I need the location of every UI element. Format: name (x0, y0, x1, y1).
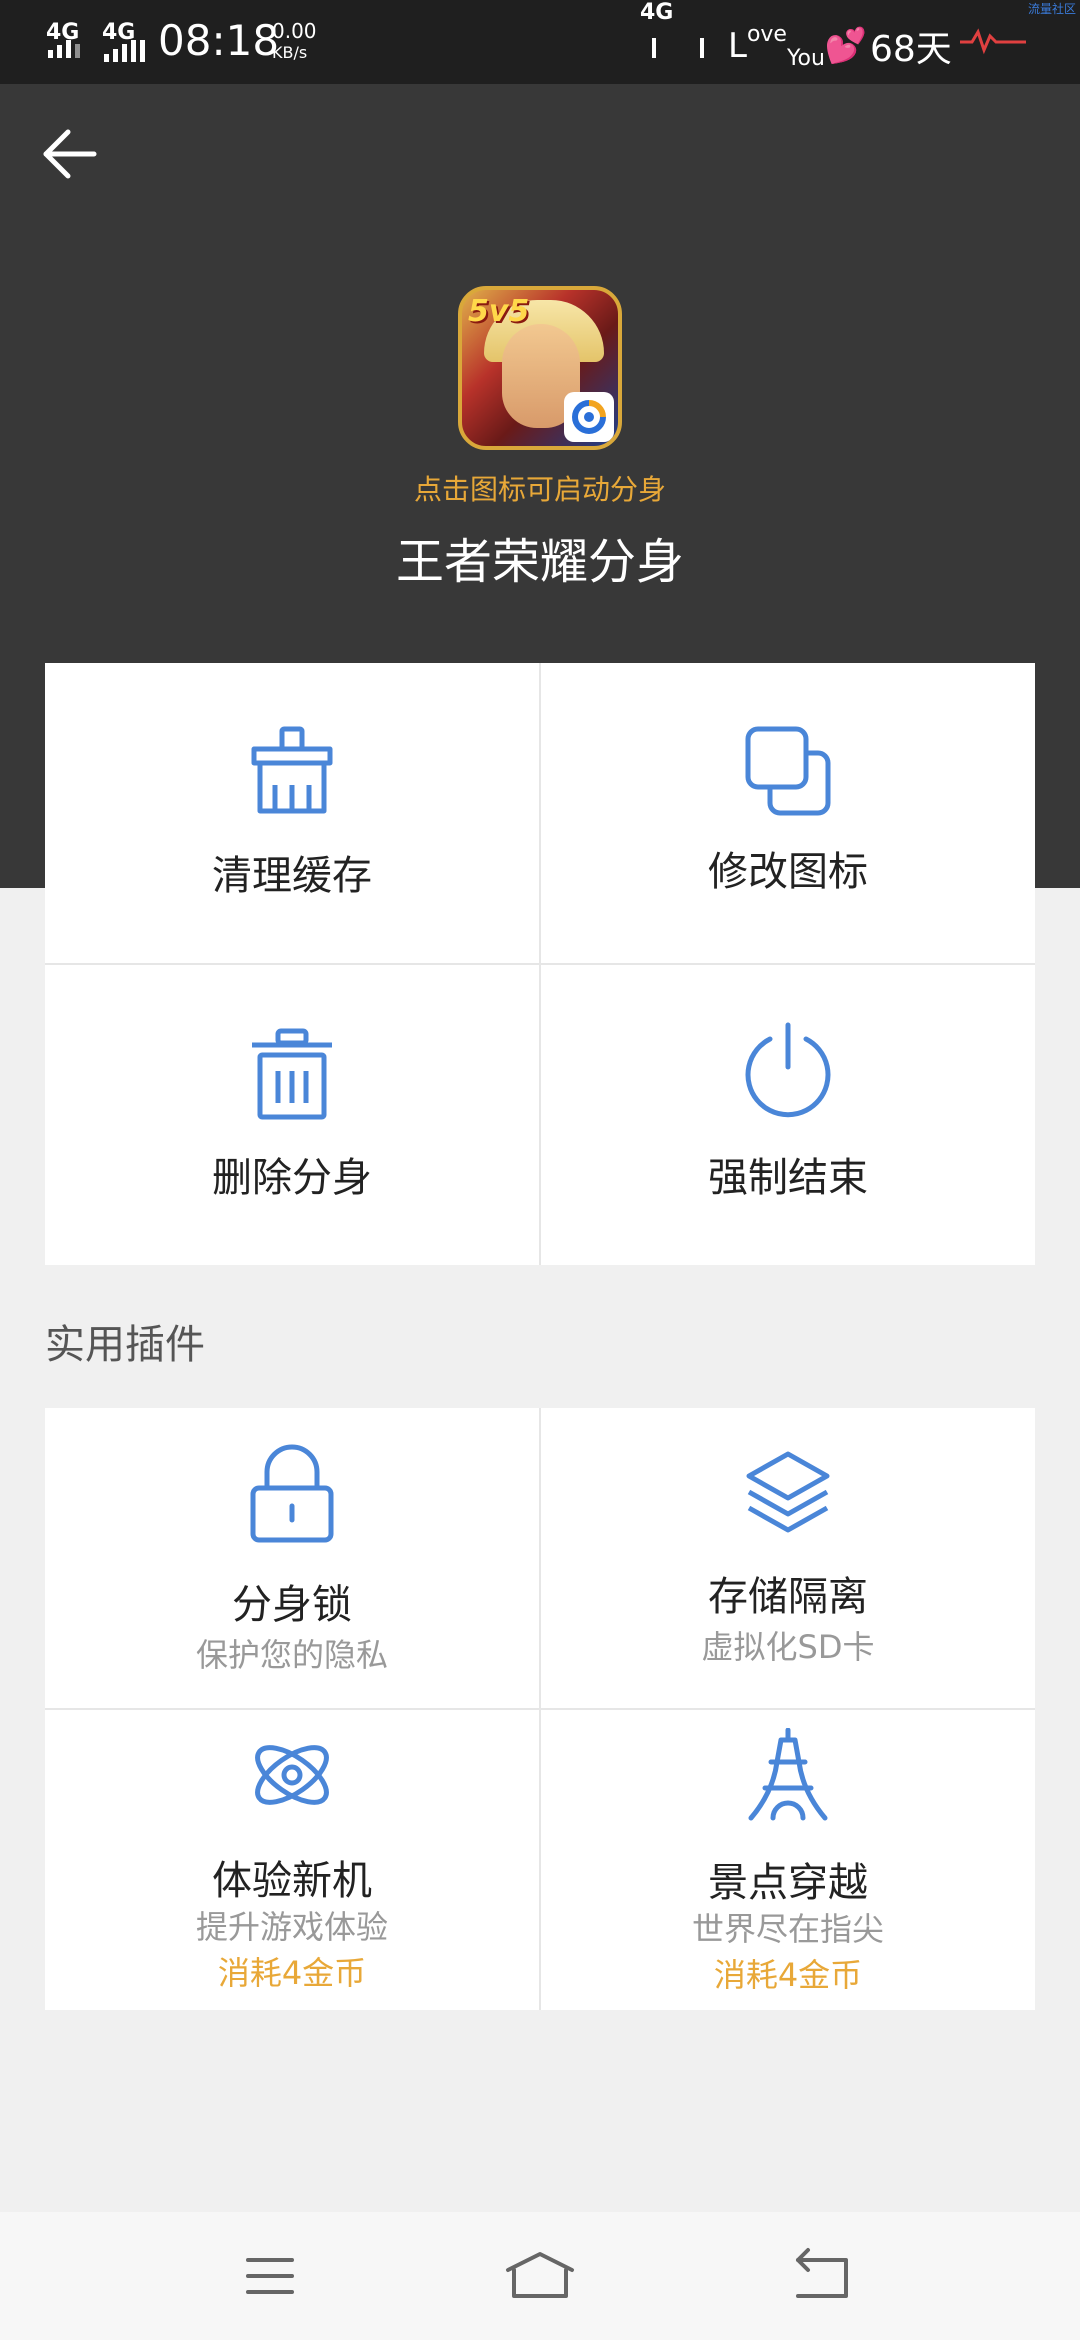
love-text: LoveYou💕 (728, 22, 868, 71)
app-icon-king-of-glory[interactable]: 5v5 (458, 286, 622, 450)
heart-icon: 💕 (824, 26, 868, 66)
plugin-cost: 消耗4金币 (217, 1954, 367, 1992)
eiffel-tower-icon (748, 1728, 828, 1821)
home-icon[interactable] (500, 2246, 580, 2306)
plugin-scenic-travel[interactable]: 景点穿越 世界尽在指尖 消耗4金币 (541, 1710, 1035, 2010)
change-icon-button[interactable]: 修改图标 (541, 663, 1035, 963)
lock-icon (250, 1444, 334, 1543)
net-speed: 0.00 KB/s (272, 20, 317, 64)
status-bar: 4G 4G 08:18 0.00 KB/s 4G LoveYou💕 68天 流量… (0, 0, 1080, 84)
plugin-sub: 保护您的隐私 (195, 1636, 388, 1674)
atom-icon (255, 1745, 329, 1805)
right-signal-bar-icon (652, 38, 656, 58)
signal-bars-1-icon (48, 40, 80, 58)
broom-icon (251, 726, 333, 814)
back-arrow-icon[interactable] (40, 124, 100, 184)
action-label: 强制结束 (708, 1155, 868, 1201)
plugins-section-title: 实用插件 (45, 1322, 205, 1368)
plugin-cost: 消耗4金币 (713, 1956, 863, 1994)
action-label: 删除分身 (212, 1155, 372, 1201)
menu-icon[interactable] (230, 2246, 310, 2306)
corner-watermark: 流量社区 (1027, 2, 1076, 16)
plugin-clone-lock[interactable]: 分身锁 保护您的隐私 (45, 1408, 539, 1708)
launch-hint: 点击图标可启动分身 (413, 473, 666, 506)
page-title: 王者荣耀分身 (395, 534, 684, 590)
plugin-sub: 提升游戏体验 (195, 1908, 388, 1946)
net-speed-value: 0.00 (272, 19, 317, 43)
clock: 08:18 (158, 16, 280, 65)
signal-bars-2-icon (104, 40, 145, 62)
force-stop-button[interactable]: 强制结束 (541, 965, 1035, 1265)
plugin-label: 景点穿越 (708, 1860, 868, 1906)
right-network-type: 4G (640, 0, 674, 25)
plugins-grid: 分身锁 保护您的隐私 存储隔离 虚拟化SD卡 体验新机 提升游戏体验 消耗4金币 (45, 1408, 1035, 2010)
plugin-new-device[interactable]: 体验新机 提升游戏体验 消耗4金币 (45, 1710, 539, 2010)
heartbeat-icon (960, 28, 1026, 55)
action-label: 清理缓存 (212, 853, 372, 899)
divider-bar-icon (700, 38, 704, 58)
plugin-label: 体验新机 (212, 1858, 372, 1904)
app-icon-tag: 5v5 (468, 294, 530, 329)
plugin-storage-isolation[interactable]: 存储隔离 虚拟化SD卡 (541, 1408, 1035, 1708)
power-icon (745, 1022, 831, 1118)
net-speed-unit: KB/s (272, 43, 308, 62)
delete-clone-button[interactable]: 删除分身 (45, 965, 539, 1265)
back-icon[interactable] (784, 2246, 864, 2306)
tencent-games-logo-icon (564, 392, 614, 442)
action-label: 修改图标 (708, 849, 868, 895)
actions-grid: 清理缓存 修改图标 删除分身 强制结束 (45, 663, 1035, 1265)
clear-cache-button[interactable]: 清理缓存 (45, 663, 539, 963)
layers-icon (746, 1451, 830, 1533)
days-counter: 68天 (870, 29, 952, 70)
trash-icon (252, 1028, 332, 1120)
copy-icon (745, 726, 831, 816)
system-nav-bar (0, 2212, 1080, 2340)
plugin-label: 分身锁 (232, 1582, 352, 1628)
plugin-sub: 世界尽在指尖 (691, 1910, 884, 1948)
plugin-sub: 虚拟化SD卡 (701, 1628, 875, 1666)
plugin-label: 存储隔离 (708, 1574, 868, 1620)
